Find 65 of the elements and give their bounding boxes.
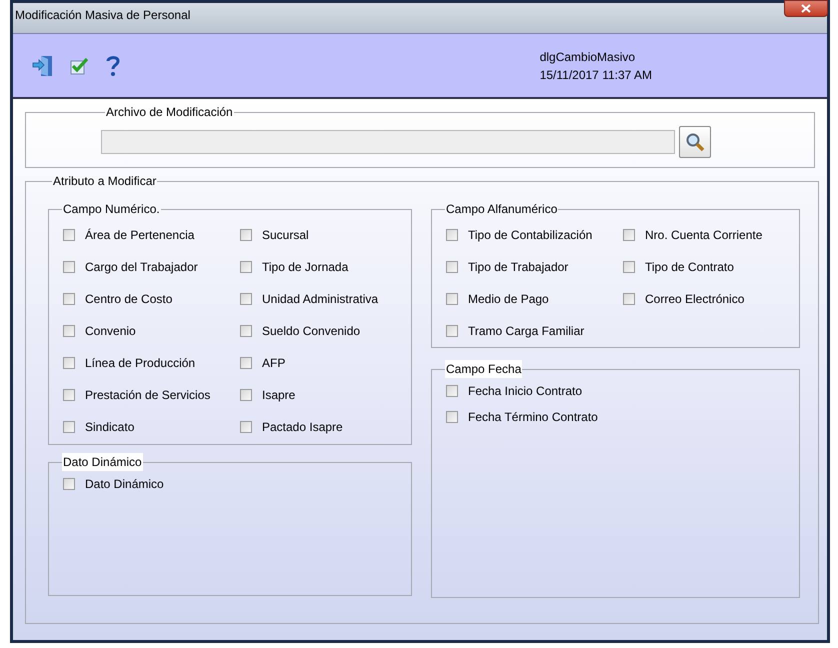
checkbox[interactable] (63, 261, 75, 273)
checkbox-label: Tipo de Trabajador (468, 259, 568, 276)
checkbox-label: Correo Electrónico (645, 291, 744, 308)
checkbox[interactable] (63, 293, 75, 305)
checkbox-label: Tipo de Jornada (262, 259, 348, 276)
checkbox-label: Sueldo Convenido (262, 323, 360, 340)
help-icon (106, 54, 120, 76)
checkbox[interactable] (623, 261, 635, 273)
checkbox-label: Unidad Administrativa (262, 291, 378, 308)
checkbox[interactable] (240, 325, 252, 337)
checkbox[interactable] (63, 478, 75, 490)
search-button[interactable] (679, 126, 711, 158)
group-title: Campo Alfanumérico (445, 201, 558, 218)
checkbox-label: Isapre (262, 387, 296, 404)
checkbox-label: Tramo Carga Familiar (468, 323, 584, 340)
checkbox[interactable] (446, 385, 458, 397)
checkbox-label: Nro. Cuenta Corriente (645, 227, 762, 244)
checkbox-label: Tipo de Contrato (645, 259, 734, 276)
exit-button[interactable] (31, 54, 55, 78)
door-arrow-icon (32, 54, 54, 76)
group-title: Campo Fecha (445, 360, 522, 378)
checkbox[interactable] (63, 389, 75, 401)
checkmark-icon (69, 56, 89, 76)
group-title: Campo Numérico. (62, 201, 161, 218)
checkbox[interactable] (240, 293, 252, 305)
checkbox-label: Área de Pertenencia (85, 227, 194, 244)
checkbox[interactable] (446, 293, 458, 305)
close-button[interactable] (784, 0, 828, 17)
checkbox[interactable] (446, 325, 458, 337)
group-title: Archivo de Modificación (105, 104, 234, 121)
checkbox-label: Centro de Costo (85, 291, 172, 308)
checkbox[interactable] (240, 261, 252, 273)
checkbox-label: Dato Dinámico (85, 476, 164, 493)
close-icon (801, 4, 811, 13)
checkbox-label: Prestación de Servicios (85, 387, 210, 404)
timestamp: 15/11/2017 11:37 AM (540, 66, 652, 84)
form-name: dlgCambioMasivo (540, 48, 636, 66)
checkbox[interactable] (623, 293, 635, 305)
checkbox[interactable] (446, 229, 458, 241)
checkbox-label: Fecha Inicio Contrato (468, 383, 582, 400)
checkbox[interactable] (240, 229, 252, 241)
checkbox[interactable] (63, 421, 75, 433)
checkbox[interactable] (623, 229, 635, 241)
checkbox-label: Fecha Término Contrato (468, 409, 598, 426)
checkbox-label: AFP (262, 355, 286, 372)
checkbox-label: Sucursal (262, 227, 309, 244)
checkbox-label: Tipo de Contabilización (468, 227, 592, 244)
group-title: Dato Dinámico (62, 453, 143, 471)
checkbox[interactable] (240, 389, 252, 401)
checkbox[interactable] (63, 325, 75, 337)
checkbox[interactable] (240, 421, 252, 433)
checkbox[interactable] (446, 411, 458, 423)
checkbox-label: Cargo del Trabajador (85, 259, 198, 276)
checkbox-label: Línea de Producción (85, 355, 196, 372)
checkbox[interactable] (240, 357, 252, 369)
checkbox-label: Medio de Pago (468, 291, 549, 308)
checkbox[interactable] (63, 229, 75, 241)
checkbox[interactable] (63, 357, 75, 369)
checkbox[interactable] (446, 261, 458, 273)
search-icon (685, 132, 705, 152)
checkbox-label: Pactado Isapre (262, 419, 343, 436)
checkbox-label: Sindicato (85, 419, 134, 436)
window-title: Modificación Masiva de Personal (15, 7, 190, 24)
checkbox-label: Convenio (85, 323, 136, 340)
group-title: Atributo a Modificar (52, 173, 158, 190)
